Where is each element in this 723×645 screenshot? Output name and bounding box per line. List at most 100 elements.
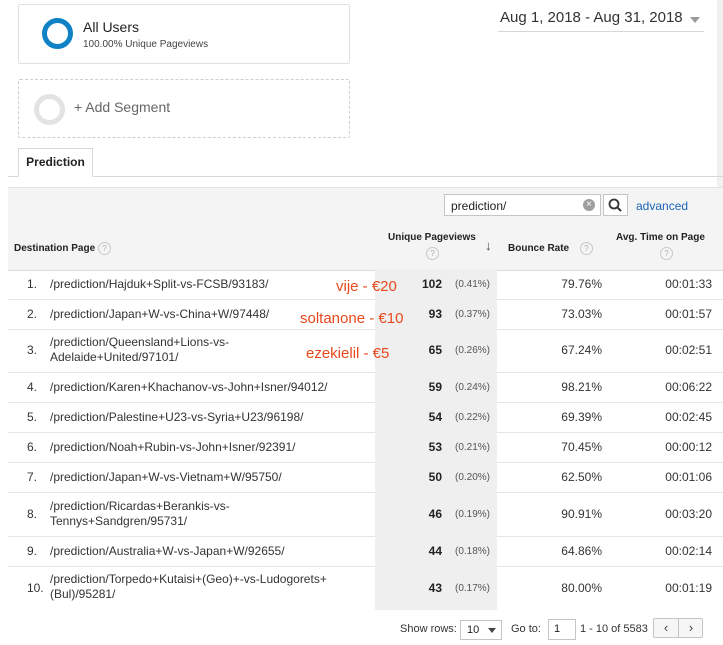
chevron-down-icon bbox=[690, 17, 700, 23]
column-destination-page[interactable]: Destination Page ? bbox=[14, 242, 111, 255]
row-index: 7. bbox=[27, 470, 38, 484]
add-segment-label: + Add Segment bbox=[74, 99, 171, 115]
bounce-rate-value: 69.39% bbox=[561, 410, 602, 424]
avg-time-value: 00:01:57 bbox=[665, 307, 712, 321]
date-range-picker[interactable]: Aug 1, 2018 - Aug 31, 2018 bbox=[498, 6, 704, 32]
avg-time-value: 00:01:33 bbox=[665, 277, 712, 291]
row-index: 5. bbox=[27, 410, 38, 424]
pageviews-percent: (0.24%) bbox=[455, 382, 491, 393]
annotation-text: vije - €20 bbox=[336, 278, 397, 295]
pageviews-percent: (0.37%) bbox=[455, 309, 491, 320]
table-footer: Show rows: 10 Go to: 1 1 - 10 of 5583 ‹ … bbox=[8, 610, 723, 645]
avg-time-value: 00:02:14 bbox=[665, 544, 712, 558]
goto-input[interactable]: 1 bbox=[548, 619, 576, 640]
table-row[interactable]: 7. /prediction/Japan+W-vs-Vietnam+W/9575… bbox=[8, 462, 723, 493]
help-icon[interactable]: ? bbox=[97, 242, 111, 255]
table-row[interactable]: 9. /prediction/Australia+W-vs-Japan+W/92… bbox=[8, 536, 723, 567]
page-link[interactable]: /prediction/Japan+W-vs-Vietnam+W/95750/ bbox=[50, 470, 340, 485]
avg-time-value: 00:03:20 bbox=[665, 507, 712, 521]
row-index: 6. bbox=[27, 440, 38, 454]
pageviews-value: 54 bbox=[428, 410, 442, 424]
row-index: 10. bbox=[27, 581, 44, 595]
segment-all-users[interactable]: All Users 100.00% Unique Pageviews bbox=[18, 4, 350, 64]
bounce-rate-value: 79.76% bbox=[561, 277, 602, 291]
clear-icon[interactable]: × bbox=[583, 199, 595, 211]
pageviews-percent: (0.19%) bbox=[455, 509, 491, 520]
bounce-rate-value: 80.00% bbox=[561, 581, 602, 595]
segment-subtitle: 100.00% Unique Pageviews bbox=[83, 39, 209, 50]
pageviews-percent: (0.18%) bbox=[455, 546, 491, 557]
avg-time-value: 00:01:19 bbox=[665, 581, 712, 595]
bounce-rate-value: 90.91% bbox=[561, 507, 602, 521]
prev-page-button[interactable]: ‹ bbox=[654, 619, 678, 637]
show-rows-value: 10 bbox=[467, 624, 480, 636]
page-link[interactable]: /prediction/Noah+Rubin-vs-John+Isner/923… bbox=[50, 440, 340, 455]
filter-bar: × advanced bbox=[8, 187, 723, 233]
pageviews-percent: (0.20%) bbox=[455, 472, 491, 483]
chevron-down-icon bbox=[488, 628, 496, 633]
row-index: 2. bbox=[27, 307, 38, 321]
table-row[interactable]: 10. /prediction/Torpedo+Kutaisi+(Geo)+-v… bbox=[8, 566, 723, 610]
row-index: 1. bbox=[27, 277, 38, 291]
bounce-rate-value: 64.86% bbox=[561, 544, 602, 558]
row-index: 9. bbox=[27, 544, 38, 558]
row-index: 4. bbox=[27, 380, 38, 394]
avg-time-value: 00:06:22 bbox=[665, 380, 712, 394]
pageviews-value: 43 bbox=[428, 581, 442, 595]
help-icon[interactable]: ? bbox=[426, 247, 439, 260]
pageviews-value: 50 bbox=[428, 470, 442, 484]
add-segment-button[interactable]: + Add Segment bbox=[18, 79, 350, 138]
show-rows-label: Show rows: bbox=[400, 623, 457, 635]
page-link[interactable]: /prediction/Karen+Khachanov-vs-John+Isne… bbox=[50, 380, 360, 395]
pageviews-percent: (0.21%) bbox=[455, 442, 491, 453]
show-rows-select[interactable]: 10 bbox=[460, 620, 502, 640]
tab-divider bbox=[8, 176, 723, 177]
pageviews-percent: (0.17%) bbox=[455, 583, 491, 594]
pageviews-percent: (0.22%) bbox=[455, 412, 491, 423]
bounce-rate-value: 62.50% bbox=[561, 470, 602, 484]
table-row[interactable]: 6. /prediction/Noah+Rubin-vs-John+Isner/… bbox=[8, 432, 723, 463]
goto-label: Go to: bbox=[511, 623, 541, 635]
avg-time-value: 00:01:06 bbox=[665, 470, 712, 484]
bounce-rate-value: 67.24% bbox=[561, 343, 602, 357]
table-row[interactable]: 5. /prediction/Palestine+U23-vs-Syria+U2… bbox=[8, 402, 723, 433]
page-link[interactable]: /prediction/Japan+W-vs-China+W/97448/ bbox=[50, 307, 340, 322]
page-link[interactable]: /prediction/Ricardas+Berankis-vs-Tennys+… bbox=[50, 499, 260, 529]
page-link[interactable]: /prediction/Palestine+U23-vs-Syria+U23/9… bbox=[50, 410, 340, 425]
page-link[interactable]: /prediction/Torpedo+Kutaisi+(Geo)+-vs-Lu… bbox=[50, 572, 360, 602]
page-link[interactable]: /prediction/Australia+W-vs-Japan+W/92655… bbox=[50, 544, 340, 559]
search-box: × bbox=[444, 194, 601, 216]
avg-time-value: 00:02:51 bbox=[665, 343, 712, 357]
avg-time-value: 00:02:45 bbox=[665, 410, 712, 424]
next-page-button[interactable]: › bbox=[679, 619, 703, 637]
tab-prediction[interactable]: Prediction bbox=[18, 148, 93, 177]
pageviews-value: 44 bbox=[428, 544, 442, 558]
search-icon bbox=[608, 198, 622, 212]
segment-ring-icon bbox=[42, 18, 73, 49]
search-button[interactable] bbox=[603, 194, 628, 216]
column-unique-pageviews[interactable]: Unique Pageviews ↓ ? bbox=[388, 232, 492, 260]
bounce-rate-value: 70.45% bbox=[561, 440, 602, 454]
table-row[interactable]: 4. /prediction/Karen+Khachanov-vs-John+I… bbox=[8, 372, 723, 403]
column-label: Unique Pageviews bbox=[388, 232, 476, 243]
pageviews-value: 59 bbox=[428, 380, 442, 394]
page-link[interactable]: /prediction/Hajduk+Split-vs-FCSB/93183/ bbox=[50, 277, 340, 292]
pageviews-percent: (0.41%) bbox=[455, 279, 491, 290]
column-avg-time-on-page[interactable]: Avg. Time on Page ? bbox=[616, 232, 705, 260]
column-label: Destination Page bbox=[14, 243, 96, 255]
pagination-controls: ‹ › bbox=[653, 618, 703, 638]
annotation-text: ezekielil - €5 bbox=[306, 345, 390, 362]
search-input[interactable] bbox=[449, 197, 583, 215]
annotation-text: soltanone - €10 bbox=[300, 310, 404, 327]
pageviews-value: 46 bbox=[428, 507, 442, 521]
page-link[interactable]: /prediction/Queensland+Lions-vs-Adelaide… bbox=[50, 335, 260, 365]
help-icon[interactable]: ? bbox=[579, 242, 593, 255]
empty-segment-ring-icon bbox=[34, 94, 65, 125]
bounce-rate-value: 73.03% bbox=[561, 307, 602, 321]
pagination-range: 1 - 10 of 5583 bbox=[580, 623, 648, 635]
advanced-link[interactable]: advanced bbox=[636, 199, 688, 213]
help-icon[interactable]: ? bbox=[660, 247, 673, 260]
column-bounce-rate[interactable]: Bounce Rate ? bbox=[508, 242, 593, 255]
table-row[interactable]: 8. /prediction/Ricardas+Berankis-vs-Tenn… bbox=[8, 492, 723, 537]
segment-title: All Users bbox=[83, 19, 140, 35]
